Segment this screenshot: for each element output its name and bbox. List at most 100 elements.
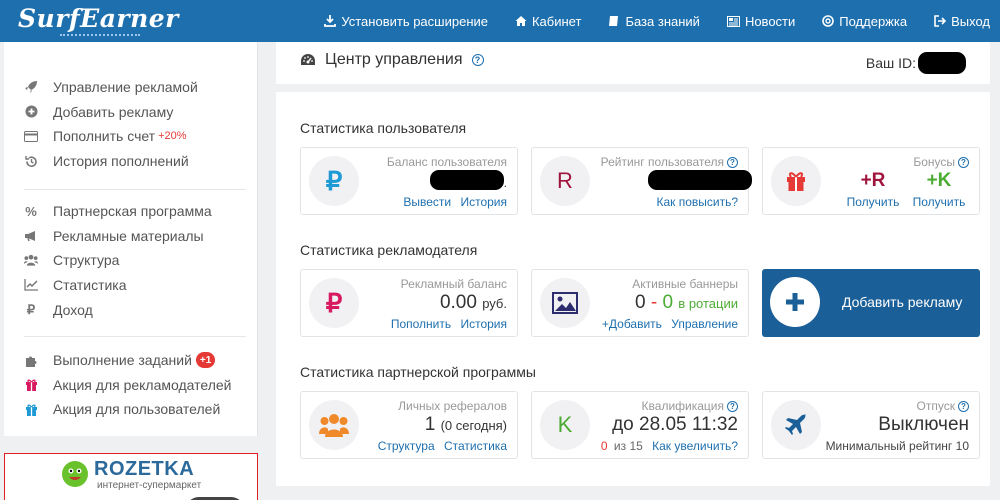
rocket-icon [24, 80, 38, 94]
nav-cabinet[interactable]: Кабинет [515, 14, 581, 29]
active-banners-value: 0 - 0 в ротации [634, 292, 738, 313]
balance-redacted [429, 170, 504, 190]
sidebar-item-statistics[interactable]: Статистика [24, 273, 212, 298]
users-icon [24, 253, 38, 267]
add-ad-button[interactable]: Добавить рекламу [762, 269, 980, 337]
help-icon[interactable]: ? [471, 54, 484, 66]
page-title-text: Центр управления [325, 51, 463, 68]
sidebar-item-structure[interactable]: Структура [24, 248, 212, 273]
rozetka-smiley-icon [62, 461, 88, 487]
balance-suffix: . [503, 176, 507, 190]
qualification-current: 0 [600, 439, 608, 453]
percent-icon: % [25, 203, 37, 219]
vacation-card: Отпуск ? Выключен Минимальный рейтинг 10 [762, 391, 980, 459]
withdraw-link[interactable]: Вывести [403, 195, 451, 209]
app-logo[interactable]: SurfEarner [18, 4, 179, 33]
section-title-partner-stats: Статистика партнерской программы [300, 364, 536, 380]
help-icon[interactable]: ? [727, 156, 738, 168]
sidebar-item-top-up-history[interactable]: История пополнений [24, 149, 198, 174]
sidebar-item-ad-materials[interactable]: Рекламные материалы [24, 224, 212, 249]
sidebar-item-income[interactable]: ₽ Доход [24, 297, 212, 322]
qualification-target: из 15 [613, 439, 643, 453]
claim-bonus-r-link[interactable]: Получить [843, 195, 903, 209]
rozetka-ad-banner[interactable]: ROZETKA интернет-супермаркет [4, 453, 258, 500]
card-label: Личных рефералов [398, 399, 507, 413]
section-title-advertiser-stats: Статистика рекламодателя [300, 242, 478, 258]
balance-history-link[interactable]: История [460, 195, 507, 209]
help-icon[interactable]: ? [958, 400, 969, 412]
card-label: Бонусы ? [913, 155, 969, 169]
nav-news[interactable]: Новости [726, 13, 796, 29]
qualification-value: до 28.05 11:32 [612, 414, 738, 435]
referral-structure-link[interactable]: Структура [378, 439, 435, 453]
top-up-link[interactable]: Пополнить [391, 317, 451, 331]
nav-knowledge-base[interactable]: База знаний [608, 14, 700, 29]
nav-logout[interactable]: Выход [934, 14, 990, 29]
ruble-icon: ₽ [309, 156, 359, 206]
nav-install-extension-label: Установить расширение [341, 13, 488, 29]
sidebar-item-manage-ads[interactable]: Управление рекламой [24, 75, 198, 100]
card-label: Баланс пользователя [386, 155, 507, 169]
sidebar: Управление рекламой Добавить рекламу Поп… [4, 42, 258, 436]
card-label: Отпуск ? [917, 399, 969, 413]
ruble-icon: ₽ [309, 278, 359, 328]
sidebar-item-label: Акция для пользователей [53, 401, 221, 418]
nav-news-label: Новости [744, 13, 796, 29]
gift-blue-icon [24, 402, 38, 416]
rating-redacted [648, 170, 752, 190]
plus-icon [770, 277, 820, 327]
manage-banners-link[interactable]: Управление [671, 317, 738, 331]
logout-icon [934, 15, 947, 27]
claim-bonus-k-link[interactable]: Получить [909, 195, 969, 209]
sidebar-group-promo: Выполнение заданий +1 Акция для рекламод… [24, 348, 232, 422]
nav-cabinet-label: Кабинет [531, 13, 582, 29]
sidebar-item-label: История пополнений [53, 153, 189, 170]
sidebar-item-advertiser-promo[interactable]: Акция для рекламодателей [24, 373, 232, 398]
sidebar-item-partner-program[interactable]: % Партнерская программа [24, 199, 211, 224]
card-label: Активные баннеры [632, 277, 738, 291]
nav-knowledge-base-label: База знаний [625, 13, 700, 29]
ad-balance-card: ₽ Рекламный баланс 0.00 руб. Пополнить И… [300, 269, 518, 337]
sidebar-item-label: Выполнение заданий [53, 352, 192, 369]
sidebar-item-add-ad[interactable]: Добавить рекламу [24, 100, 198, 125]
bonus-k-value: +K [926, 170, 952, 191]
credit-card-icon [24, 129, 38, 143]
history-icon [24, 154, 38, 168]
megaphone-icon [24, 229, 38, 243]
vacation-status: Выключен [878, 414, 969, 435]
home-icon [515, 16, 527, 26]
rating-r-icon: R [540, 156, 590, 206]
sidebar-item-tasks[interactable]: Выполнение заданий +1 [24, 348, 232, 373]
how-to-increase-qualification-link[interactable]: Как увеличить? [652, 439, 738, 453]
sidebar-item-user-promo[interactable]: Акция для пользователей [24, 397, 232, 422]
sidebar-group-ads: Управление рекламой Добавить рекламу Поп… [24, 75, 198, 173]
add-ad-button-label: Добавить рекламу [842, 294, 963, 310]
ad-brand-name: ROZETKA [94, 458, 195, 480]
referrals-value: 1 (0 сегодня) [424, 414, 507, 435]
user-id-label: Ваш ID: [865, 55, 916, 71]
card-links: +Добавить Управление [596, 317, 738, 331]
download-icon [324, 15, 337, 27]
vacation-min-rating: Минимальный рейтинг 10 [825, 439, 969, 453]
referral-stats-link[interactable]: Статистика [444, 439, 507, 453]
puzzle-icon [24, 353, 38, 367]
sidebar-item-label: Рекламные материалы [53, 227, 204, 244]
how-to-increase-rating-link[interactable]: Как повысить? [656, 195, 738, 209]
nav-support[interactable]: Поддержка [822, 14, 907, 29]
image-icon [540, 278, 590, 328]
section-title-user-stats: Статистика пользователя [300, 120, 467, 136]
help-icon[interactable]: ? [958, 156, 969, 168]
sidebar-divider [24, 336, 246, 337]
user-balance-card: ₽ Баланс пользователя . Вывести История [300, 147, 518, 215]
user-rating-value [648, 170, 752, 196]
sidebar-item-top-up[interactable]: Пополнить счет +20% [24, 124, 198, 149]
nav-install-extension[interactable]: Установить расширение [324, 14, 488, 29]
add-banner-link[interactable]: +Добавить [602, 317, 662, 331]
sidebar-item-label: Структура [53, 252, 120, 269]
help-icon[interactable]: ? [727, 400, 738, 412]
bonus-k: +K Получить [909, 170, 969, 209]
card-links: Как повысить? [650, 195, 738, 209]
ad-balance-history-link[interactable]: История [460, 317, 507, 331]
bonus-r-value: +R [860, 170, 886, 191]
card-label: Квалификация ? [642, 399, 738, 413]
